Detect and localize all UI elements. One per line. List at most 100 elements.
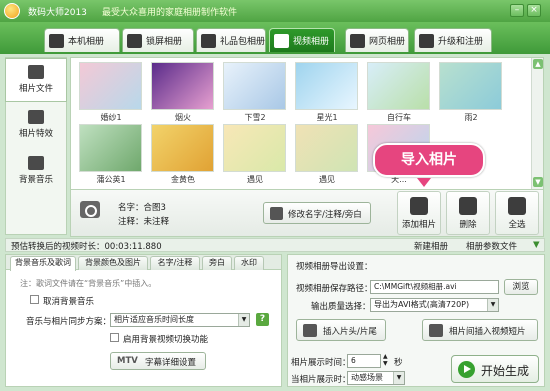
photo-thumbnail[interactable] [439, 62, 502, 110]
sidebar-item-background-music[interactable]: 背景音乐 [6, 150, 66, 194]
app-tagline: 最受大众喜用的家庭相册制作软件 [102, 8, 238, 18]
tab-local-album[interactable]: 本机相册 [44, 28, 120, 52]
show-time-label: 相片展示时间： [291, 358, 351, 368]
quality-select-value: 导出为AVI格式(高清720P) [374, 300, 470, 309]
music-settings-panel: 背景音乐及歌词 背景颜色及图片 名字/注释 旁白 水印 注：歌词文件请在“背景音… [5, 254, 282, 387]
help-icon[interactable]: ? [256, 313, 269, 326]
transition-select-value: 动感场景 [351, 373, 383, 382]
status-strip: 预估转换后的视频时长：00:03:11.880 新建相册 相册参数文件 ▼ [5, 238, 545, 252]
subtitle-settings-button[interactable]: MTV 字幕详细设置 [110, 352, 206, 370]
cancel-music-checkbox[interactable] [30, 295, 39, 304]
tab-web-album[interactable]: 网页相册 [345, 28, 409, 52]
insert-opening-ending-button[interactable]: 插入片头/片尾 [296, 319, 386, 341]
transition-label: 当相片展示时： [291, 375, 351, 385]
bg-video-switch-checkbox[interactable] [110, 333, 119, 342]
tab-upgrade-register[interactable]: 升级和注册 [414, 28, 492, 52]
bg-video-switch-label: 启用背景视频切换功能 [123, 335, 209, 345]
film-icon [303, 324, 317, 337]
sync-label: 音乐与相片同步方案： [26, 317, 112, 327]
photo-caption: 自行车 [387, 113, 411, 122]
estimated-duration: 预估转换后的视频时长：00:03:11.880 [11, 242, 162, 252]
edit-icon [270, 207, 283, 220]
add-photo-button[interactable]: 添加相片 [397, 191, 441, 235]
music-note-icon [28, 156, 44, 170]
add-photo-label: 添加相片 [401, 220, 436, 230]
chevron-down-icon: ▼ [487, 299, 498, 311]
gallery-scrollbar[interactable]: ▲ ▼ [531, 58, 543, 189]
close-button[interactable]: × [527, 4, 541, 17]
photo-thumbnail[interactable] [223, 124, 286, 172]
subtab-watermark[interactable]: 水印 [234, 256, 264, 270]
export-heading: 视频相册导出设置： [296, 262, 373, 272]
save-path-input[interactable]: C:\MMGift\视频相册.avi [370, 280, 499, 294]
photo-thumbnail[interactable] [223, 62, 286, 110]
photo-note: 注释：未注释 [118, 217, 170, 227]
scroll-up-icon[interactable]: ▲ [533, 59, 543, 69]
tab-lockscreen-album[interactable]: 锁屏相册 [122, 28, 194, 52]
cancel-music-label: 取消背景音乐 [43, 297, 95, 307]
import-photos-callout: 导入相片 [373, 143, 485, 177]
sync-select[interactable]: 相片适应音乐时间长度 ▼ [110, 313, 250, 327]
scroll-down-icon[interactable]: ▼ [533, 177, 543, 187]
spinner-arrows-icon[interactable]: ▲ ▼ [383, 353, 388, 367]
insert-video-clip-label: 相片间插入视频短片 [449, 327, 526, 337]
select-all-icon [508, 197, 526, 215]
edit-button-label: 修改名字/注释/旁白 [288, 210, 362, 220]
photo-thumbnail[interactable] [295, 62, 358, 110]
film-icon [274, 33, 289, 48]
tab-gift-album[interactable]: 礼品包相册 [196, 28, 266, 52]
photo-caption: 雨2 [464, 113, 478, 122]
insert-video-clip-button[interactable]: 相片间插入视频短片 [422, 319, 538, 341]
title-bar: 数码大师2013 最受大众喜用的家庭相册制作软件 – × [0, 0, 550, 22]
delete-button[interactable]: 删除 [446, 191, 490, 235]
sync-select-value: 相片适应音乐时间长度 [114, 315, 194, 324]
sidebar-item-photo-files[interactable]: 相片文件 [5, 58, 67, 102]
photo-thumbnail[interactable] [367, 62, 430, 110]
quality-label: 输出质量选择： [311, 302, 371, 312]
globe-icon [350, 33, 365, 48]
album-params-link[interactable]: 相册参数文件 [466, 240, 517, 252]
sidebar-item-photo-effects[interactable]: 相片特效 [6, 104, 66, 148]
start-generate-button[interactable]: 开始生成 [451, 355, 539, 383]
export-settings-panel: 视频相册导出设置： 视频相册保存路径： C:\MMGift\视频相册.avi 浏… [287, 254, 545, 387]
photo-thumbnail[interactable] [151, 124, 214, 172]
tab-label: 升级和注册 [438, 37, 484, 47]
subtab-narration[interactable]: 旁白 [202, 256, 232, 270]
select-all-button[interactable]: 全选 [495, 191, 539, 235]
subtab-name-note[interactable]: 名字/注释 [150, 256, 200, 270]
minimize-button[interactable]: – [510, 4, 524, 17]
photo-caption: 星光1 [316, 113, 338, 122]
photo-info-bar: 名字：合图3 注释：未注释 修改名字/注释/旁白 添加相片 删除 全选 [70, 190, 544, 237]
photo-thumbnail[interactable] [151, 62, 214, 110]
photo-caption: 烟火 [175, 113, 191, 122]
photo-thumbnail[interactable] [79, 62, 142, 110]
gift-icon [201, 33, 216, 48]
tab-label: 本机相册 [68, 37, 105, 47]
play-icon [458, 361, 475, 378]
select-all-label: 全选 [508, 220, 526, 230]
subtab-music-lyrics[interactable]: 背景音乐及歌词 [10, 256, 76, 271]
show-time-input[interactable]: 6 [347, 354, 381, 368]
new-album-link[interactable]: 新建相册 [414, 240, 448, 252]
browse-button[interactable]: 浏览 [504, 279, 538, 295]
trash-icon [459, 197, 477, 215]
delete-label: 删除 [459, 220, 477, 230]
chevron-down-icon: ▼ [393, 372, 404, 384]
lyrics-note: 注：歌词文件请在“背景音乐”中插入。 [20, 279, 157, 288]
subtab-bg-color-image[interactable]: 背景颜色及图片 [78, 256, 148, 270]
upgrade-icon [419, 33, 434, 48]
tab-video-album[interactable]: 视频相册 [269, 28, 335, 52]
chevron-down-icon[interactable]: ▼ [533, 240, 540, 250]
subtitle-settings-label: 字幕详细设置 [145, 358, 197, 368]
photo-caption: 遇见 [247, 175, 263, 184]
photo-caption: 遇见 [319, 175, 335, 184]
photo-caption: 金黄色 [171, 175, 195, 184]
quality-select[interactable]: 导出为AVI格式(高清720P) ▼ [370, 298, 499, 312]
transition-select[interactable]: 动感场景 ▼ [347, 371, 405, 385]
add-photo-icon [410, 197, 428, 215]
photo-thumbnail[interactable] [295, 124, 358, 172]
photo-thumbnail[interactable] [79, 124, 142, 172]
insert-opening-ending-label: 插入片头/片尾 [323, 327, 377, 337]
edit-name-note-button[interactable]: 修改名字/注释/旁白 [263, 202, 371, 224]
photo-caption: 下雪2 [244, 113, 266, 122]
